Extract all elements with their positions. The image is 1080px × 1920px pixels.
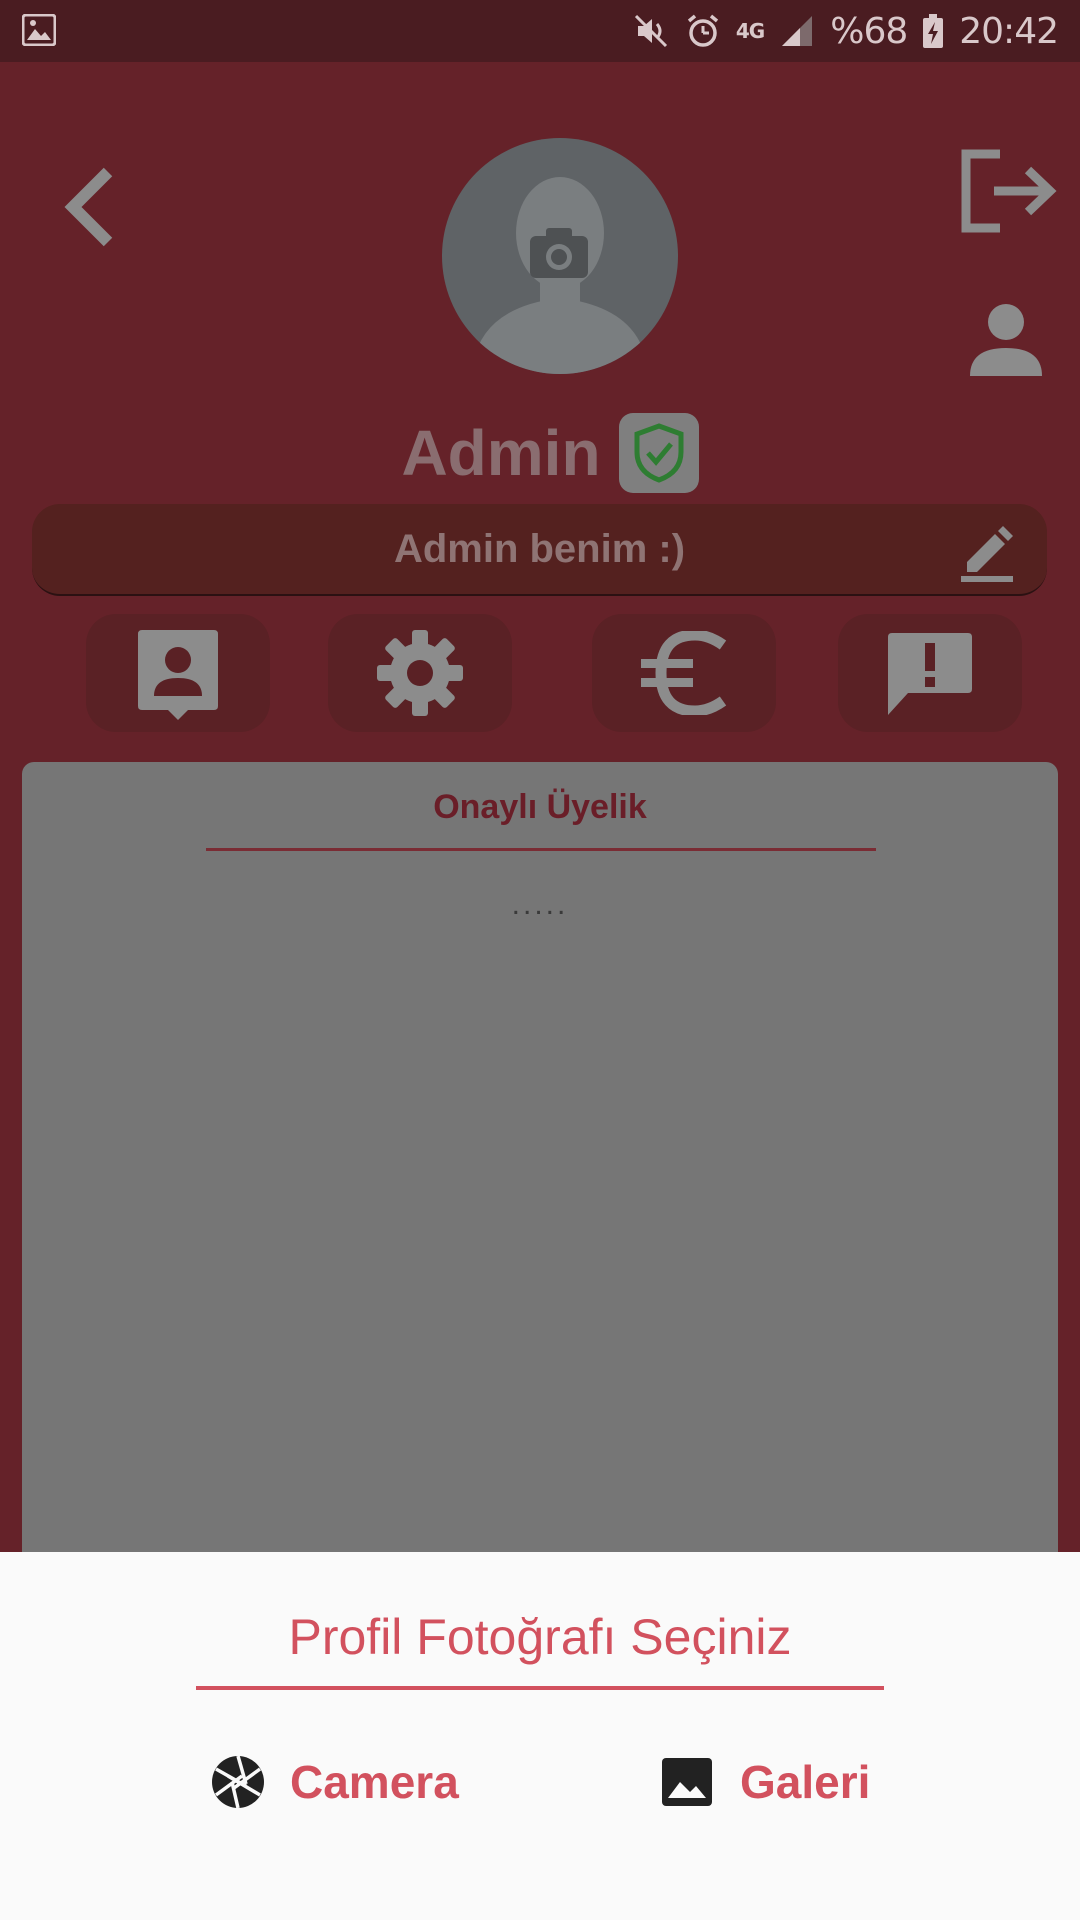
card-title: Onaylı Üyelik [433,788,647,826]
sheet-divider [196,1686,884,1690]
euro-icon [641,631,727,715]
pencil-icon[interactable] [957,522,1017,582]
image-icon [662,1758,712,1806]
report-button[interactable] [838,614,1022,732]
aperture-icon [212,1755,264,1809]
network-type-label: 4G [735,19,765,43]
image-icon [22,14,56,46]
gallery-option-label: Galeri [740,1756,871,1808]
battery-charging-icon [923,14,944,48]
status-icons: 4G %68 20:42 [632,0,1059,62]
clock: 20:42 [959,10,1059,52]
gallery-option[interactable]: Galeri [660,1742,870,1822]
profile-avatar[interactable] [442,138,678,374]
person-icon[interactable] [966,300,1046,380]
settings-button[interactable] [328,614,512,732]
logout-icon[interactable] [958,148,1058,234]
status-bar: 4G %68 20:42 [0,0,1080,62]
contact-card-icon [138,630,218,720]
chevron-left-icon[interactable] [58,162,128,252]
status-message-text: Admin benim :) [393,526,686,571]
sheet-title: Profil Fotoğrafı Seçiniz [288,1609,792,1665]
camera-icon [530,228,588,278]
battery-percent: %68 [830,10,908,52]
name-row: Admin [0,408,1080,498]
gear-icon [377,630,463,716]
feedback-icon [888,633,972,715]
shield-check-icon [634,423,684,483]
verified-badge [618,413,699,493]
status-message-field[interactable]: Admin benim :) [32,504,1047,596]
signal-icon [782,16,813,46]
contact-button[interactable] [86,614,270,732]
camera-option[interactable]: Camera [210,1742,459,1822]
profile-name: Admin [401,417,601,489]
card-content: ..... [511,888,569,921]
card-divider [206,848,876,851]
camera-option-label: Camera [290,1756,459,1808]
mute-icon [634,14,667,48]
alarm-icon [687,14,719,47]
payments-button[interactable] [592,614,776,732]
photo-picker-sheet: Profil Fotoğrafı Seçiniz Camera Galeri [0,1552,1080,1920]
